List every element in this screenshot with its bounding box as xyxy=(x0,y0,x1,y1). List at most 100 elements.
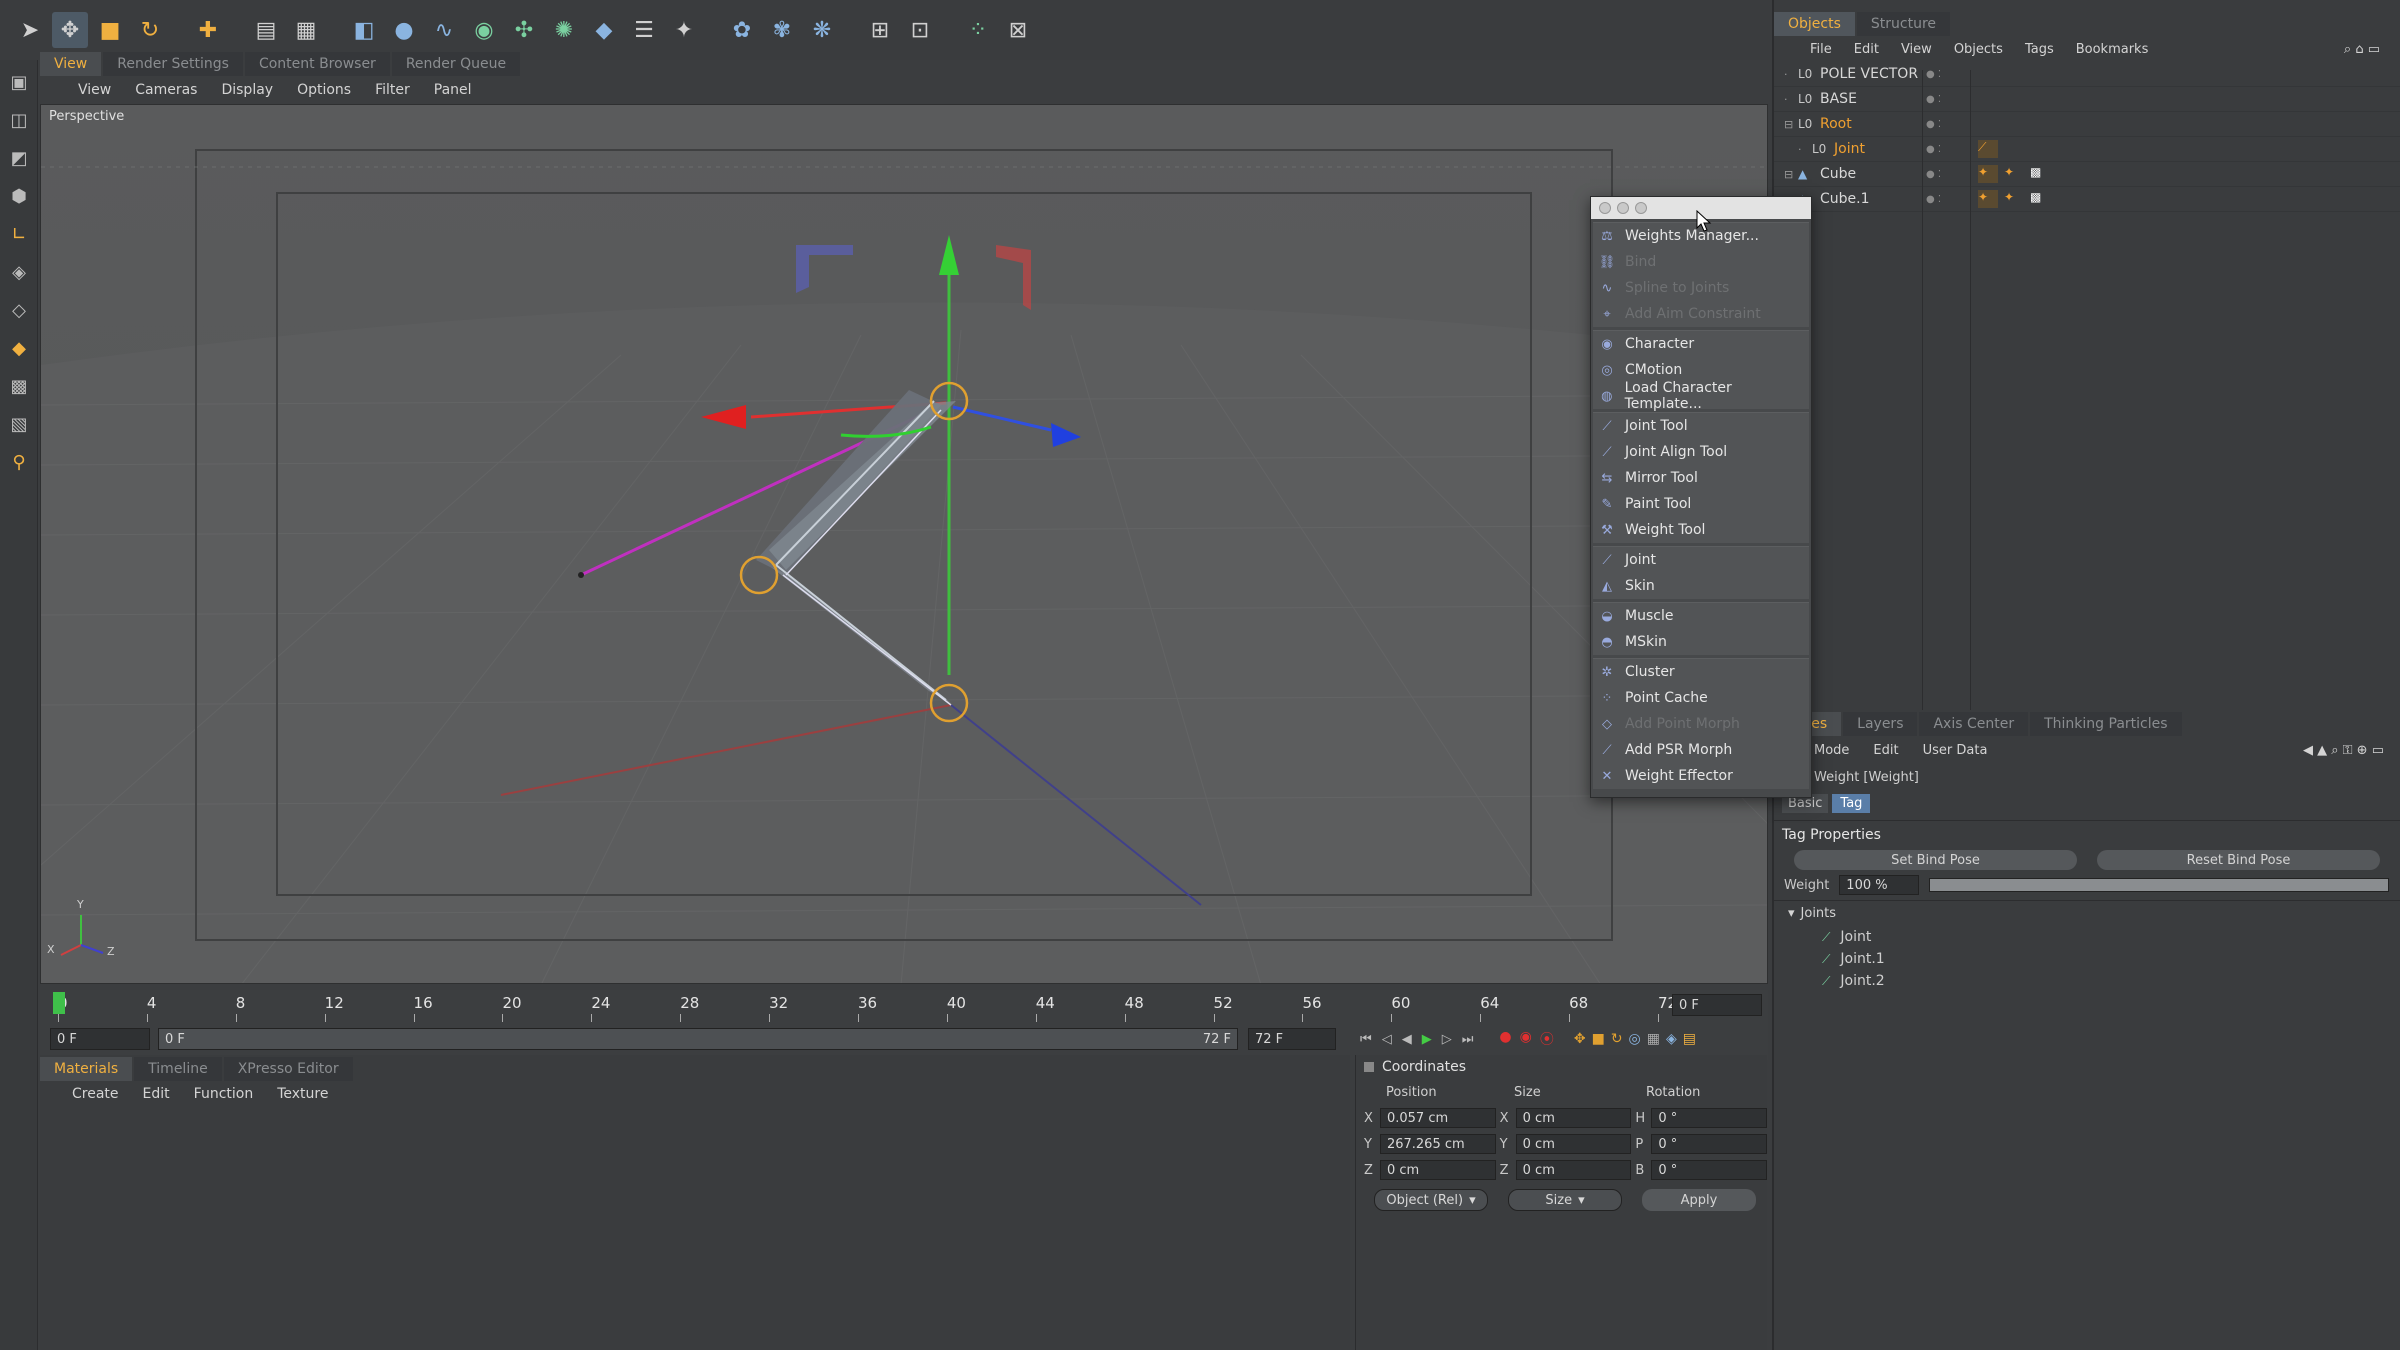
key-position-icon[interactable]: ✥ xyxy=(1574,1031,1586,1047)
tab-render-settings[interactable]: Render Settings xyxy=(103,52,243,76)
menu-item[interactable]: ⚒ Weight Tool xyxy=(1593,517,1809,543)
menu-item[interactable]: ⟋ Add PSR Morph xyxy=(1593,737,1809,763)
tab-view[interactable]: View xyxy=(40,52,102,76)
timeline-ruler[interactable]: 04812162024283236404448525660646872 xyxy=(58,990,1768,1022)
light-icon[interactable]: ☰ xyxy=(626,12,662,48)
texture-mode-icon[interactable]: ◩ xyxy=(3,142,35,174)
menu-edit[interactable]: Edit xyxy=(143,1086,170,1102)
object-row[interactable]: · L0 POLE VECTOR ● ⁚ xyxy=(1774,62,2400,87)
rotation-field[interactable]: 0 ° xyxy=(1651,1134,1768,1154)
weight-tag-icon[interactable]: ✦ xyxy=(1978,165,1998,183)
menu-item[interactable]: ◍ Load Character Template... xyxy=(1593,380,1809,412)
object-name[interactable]: Joint xyxy=(1834,141,1865,157)
menu-function[interactable]: Function xyxy=(194,1086,254,1102)
visibility-dots-icon[interactable]: ● ⁚ xyxy=(1926,94,1941,105)
menu-item[interactable]: ✲ Cluster xyxy=(1593,659,1809,685)
menu-item[interactable]: ✎ Paint Tool xyxy=(1593,491,1809,517)
menu-filter[interactable]: Filter xyxy=(375,82,410,98)
array-icon[interactable]: ✣ xyxy=(506,12,542,48)
object-row[interactable]: ⊟ L0 Root ● ⁚ xyxy=(1774,112,2400,137)
goto-end-icon[interactable]: ⏭ xyxy=(1462,1032,1474,1047)
menu-item[interactable]: ⇆ Mirror Tool xyxy=(1593,465,1809,491)
play-back-icon[interactable]: ◀ xyxy=(1402,1032,1412,1047)
character-icon[interactable]: ✿ xyxy=(724,12,760,48)
tab-materials[interactable]: Materials xyxy=(40,1057,133,1081)
nav-arrows-icon[interactable]: ◀ ▲ ⌕ ⚿ ⊕ ▭ xyxy=(2303,743,2384,758)
subtab-tag[interactable]: Tag xyxy=(1832,793,1871,813)
apply-button[interactable]: Apply xyxy=(1642,1189,1756,1211)
paint-icon[interactable]: ⚲ xyxy=(3,446,35,478)
object-name[interactable]: Cube xyxy=(1820,166,1856,182)
menu-objects[interactable]: Objects xyxy=(1954,42,2003,57)
set-bind-pose-button[interactable]: Set Bind Pose xyxy=(1794,850,2077,870)
tab-layers[interactable]: Layers xyxy=(1843,712,1918,736)
expand-icon[interactable]: · xyxy=(1798,143,1802,156)
points-mode-icon[interactable]: ◈ xyxy=(3,256,35,288)
visibility-dots-icon[interactable]: ● ⁚ xyxy=(1926,169,1941,180)
rotation-field[interactable]: 0 ° xyxy=(1651,1160,1768,1180)
skin-tag-icon[interactable]: ✦ xyxy=(2004,165,2024,183)
menu-item[interactable]: ✕ Weight Effector xyxy=(1593,763,1809,789)
coordinate-mode-select[interactable]: Object (Rel) ▾ xyxy=(1374,1189,1488,1211)
render-region-icon[interactable]: ▤ xyxy=(248,12,284,48)
key-settings-icon[interactable]: ◈ xyxy=(1666,1031,1677,1047)
object-name[interactable]: POLE VECTOR xyxy=(1820,66,1918,82)
menu-view[interactable]: View xyxy=(1901,42,1932,57)
menu-create[interactable]: Create xyxy=(72,1086,119,1102)
tab-structure[interactable]: Structure xyxy=(1856,12,1951,36)
cmotion-icon[interactable]: ✾ xyxy=(764,12,800,48)
keyframe-selection-icon[interactable]: ⦿ xyxy=(1540,1029,1554,1049)
expand-icon[interactable]: ⊟ xyxy=(1784,118,1793,131)
expand-icon[interactable]: · xyxy=(1784,68,1788,81)
menu-item[interactable]: ⟋ Joint Align Tool xyxy=(1593,439,1809,465)
key-pla-icon[interactable]: ▦ xyxy=(1647,1031,1660,1047)
tab-xpresso-editor[interactable]: XPresso Editor xyxy=(223,1057,353,1081)
deformer-icon[interactable]: ✺ xyxy=(546,12,582,48)
menu-item[interactable]: ◭ Skin xyxy=(1593,573,1809,599)
menu-item[interactable]: ⁘ Point Cache xyxy=(1593,685,1809,711)
joint-list-item[interactable]: ⟋ Joint xyxy=(1822,926,2400,948)
weight-slider[interactable] xyxy=(1929,878,2390,892)
sphere-icon[interactable]: ● xyxy=(386,12,422,48)
edges-mode-icon[interactable]: ◇ xyxy=(3,294,35,326)
size-field[interactable]: 0 cm xyxy=(1515,1134,1632,1154)
menu-options[interactable]: Options xyxy=(297,82,351,98)
menu-item[interactable]: ◒ Muscle xyxy=(1593,603,1809,629)
snap-icon[interactable]: ⊞ xyxy=(862,12,898,48)
start-frame-field[interactable]: 0 F xyxy=(50,1028,150,1050)
layout-icon[interactable]: ▣ xyxy=(3,66,35,98)
scene-icon[interactable]: ◆ xyxy=(586,12,622,48)
menu-edit[interactable]: Edit xyxy=(1873,743,1898,758)
menu-user-data[interactable]: User Data xyxy=(1923,743,1988,758)
sculpt-icon[interactable]: ▧ xyxy=(3,408,35,440)
weight-field[interactable]: 100 % xyxy=(1839,875,1920,895)
menu-panel[interactable]: Panel xyxy=(434,82,472,98)
weight-tag-icon[interactable]: ✦ xyxy=(1978,190,1998,208)
menu-file[interactable]: File xyxy=(1810,42,1832,57)
key-mode-controls[interactable]: ✥ ■ ↻ ◎ ▦ ◈ ▤ xyxy=(1574,1031,1696,1047)
scale-icon[interactable]: ■ xyxy=(92,12,128,48)
maximize-icon[interactable] xyxy=(1635,202,1647,214)
workplane-icon[interactable]: ⁘ xyxy=(960,12,996,48)
menu-texture[interactable]: Texture xyxy=(277,1086,328,1102)
menu-edit[interactable]: Edit xyxy=(1854,42,1879,57)
joint-group-icon[interactable]: ❋ xyxy=(804,12,840,48)
menu-item[interactable]: ⟋ Joint Tool xyxy=(1593,413,1809,439)
close-icon[interactable] xyxy=(1599,202,1611,214)
visibility-dots-icon[interactable]: ● ⁚ xyxy=(1926,119,1941,130)
size-field[interactable]: 0 cm xyxy=(1515,1108,1632,1128)
object-row[interactable]: · L0 Joint ● ⁚ ⟋ xyxy=(1774,137,2400,162)
menu-tags[interactable]: Tags xyxy=(2025,42,2054,57)
object-name[interactable]: Cube.1 xyxy=(1820,191,1870,207)
record-controls[interactable]: ● ◉ ⦿ xyxy=(1499,1029,1553,1049)
joint-tag-icon[interactable]: ⟋ xyxy=(1978,140,1998,158)
add-icon[interactable]: ✚ xyxy=(190,12,226,48)
key-param-icon[interactable]: ◎ xyxy=(1629,1031,1641,1047)
tab-timeline[interactable]: Timeline xyxy=(134,1057,222,1081)
record-icon[interactable]: ● xyxy=(1499,1029,1511,1049)
next-key-icon[interactable]: ▷ xyxy=(1442,1032,1452,1047)
viewport-3d[interactable]: Perspective Y X Z ✥ ⇣ ⊙ ▭ xyxy=(40,104,1768,984)
key-rotation-icon[interactable]: ↻ xyxy=(1611,1031,1623,1047)
axis-icon[interactable]: ∟ xyxy=(3,218,35,250)
play-icon[interactable]: ▶ xyxy=(1422,1032,1432,1047)
